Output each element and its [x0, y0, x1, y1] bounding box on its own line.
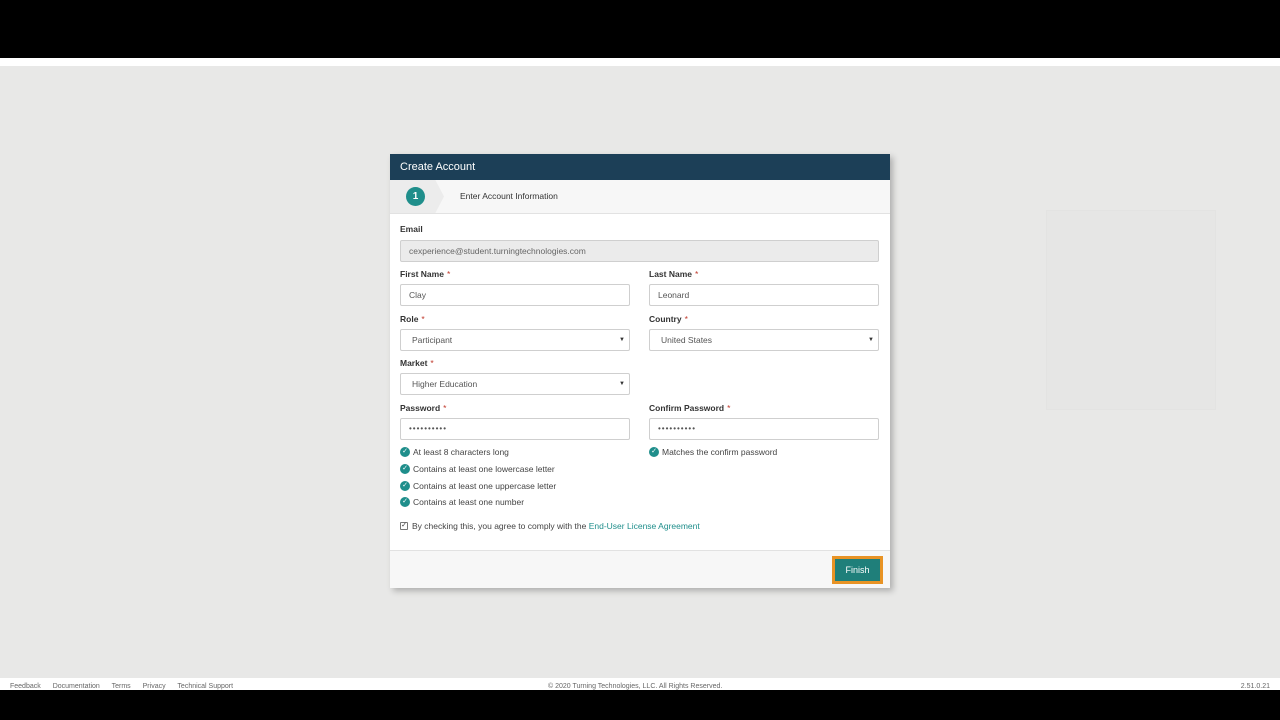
password-field[interactable]: •••••••••• — [400, 418, 630, 440]
password-rule: ✓ Contains at least one uppercase letter — [400, 480, 556, 492]
password-label: Password * — [400, 403, 447, 413]
confirm-password-rule: ✓ Matches the confirm password — [649, 446, 777, 458]
role-value: Participant — [412, 335, 453, 345]
finish-button[interactable]: Finish — [835, 559, 880, 581]
confirm-password-label: Confirm Password * — [649, 403, 731, 413]
step-number-badge: 1 — [406, 187, 425, 206]
site-footer: Feedback Documentation Terms Privacy Tec… — [0, 678, 1280, 690]
check-circle-icon: ✓ — [400, 496, 410, 507]
market-label: Market * — [400, 358, 434, 368]
country-value: United States — [661, 335, 713, 345]
role-select[interactable]: Participant ▼ — [400, 329, 630, 351]
market-value: Higher Education — [412, 379, 478, 389]
eula-agreement: ✓ By checking this, you agree to comply w… — [400, 521, 700, 531]
market-select[interactable]: Higher Education ▼ — [400, 373, 630, 395]
check-circle-icon: ✓ — [649, 446, 659, 457]
footer-link-documentation[interactable]: Documentation — [53, 683, 100, 690]
check-circle-icon: ✓ — [400, 480, 410, 491]
last-name-label: Last Name * — [649, 269, 699, 279]
card-footer: Finish — [390, 550, 890, 588]
footer-link-support[interactable]: Technical Support — [177, 683, 233, 690]
card-title: Create Account — [390, 154, 890, 180]
footer-link-terms[interactable]: Terms — [112, 683, 131, 690]
confirm-password-field[interactable]: •••••••••• — [649, 418, 879, 440]
first-name-field[interactable]: Clay — [400, 284, 630, 306]
password-rule: ✓ Contains at least one number — [400, 496, 524, 508]
footer-link-privacy[interactable]: Privacy — [143, 683, 166, 690]
step-label: Enter Account Information — [460, 191, 558, 201]
caret-down-icon: ▼ — [619, 337, 625, 343]
video-letterbox-bottom — [0, 690, 1280, 720]
password-rule: ✓ Contains at least one lowercase letter — [400, 463, 555, 475]
eula-link[interactable]: End-User License Agreement — [589, 521, 700, 531]
create-account-card: Create Account 1 Enter Account Informati… — [390, 154, 890, 588]
role-label: Role * — [400, 314, 425, 324]
eula-text: By checking this, you agree to comply wi… — [412, 521, 587, 531]
footer-link-feedback[interactable]: Feedback — [10, 683, 41, 690]
video-letterbox-top — [0, 0, 1280, 58]
finish-focus-outline: Finish — [832, 556, 883, 584]
check-circle-icon: ✓ — [400, 463, 410, 474]
country-label: Country * — [649, 314, 688, 324]
caret-down-icon: ▼ — [619, 381, 625, 387]
caret-down-icon: ▼ — [868, 337, 874, 343]
footer-links: Feedback Documentation Terms Privacy Tec… — [10, 683, 243, 690]
country-select[interactable]: United States ▼ — [649, 329, 879, 351]
email-label: Email — [400, 224, 423, 234]
footer-copyright: © 2020 Turning Technologies, LLC. All Ri… — [548, 683, 723, 690]
email-field[interactable]: cexperience@student.turningtechnologies.… — [400, 240, 879, 262]
browser-bookmarks-bar — [0, 58, 1280, 66]
check-circle-icon: ✓ — [400, 446, 410, 457]
first-name-label: First Name * — [400, 269, 451, 279]
last-name-field[interactable]: Leonard — [649, 284, 879, 306]
step-indicator: 1 Enter Account Information — [390, 180, 890, 214]
faded-panel — [1046, 210, 1216, 410]
footer-version: 2.51.0.21 — [1240, 683, 1270, 690]
eula-checkbox[interactable]: ✓ — [400, 521, 408, 530]
password-rule: ✓ At least 8 characters long — [400, 446, 509, 458]
